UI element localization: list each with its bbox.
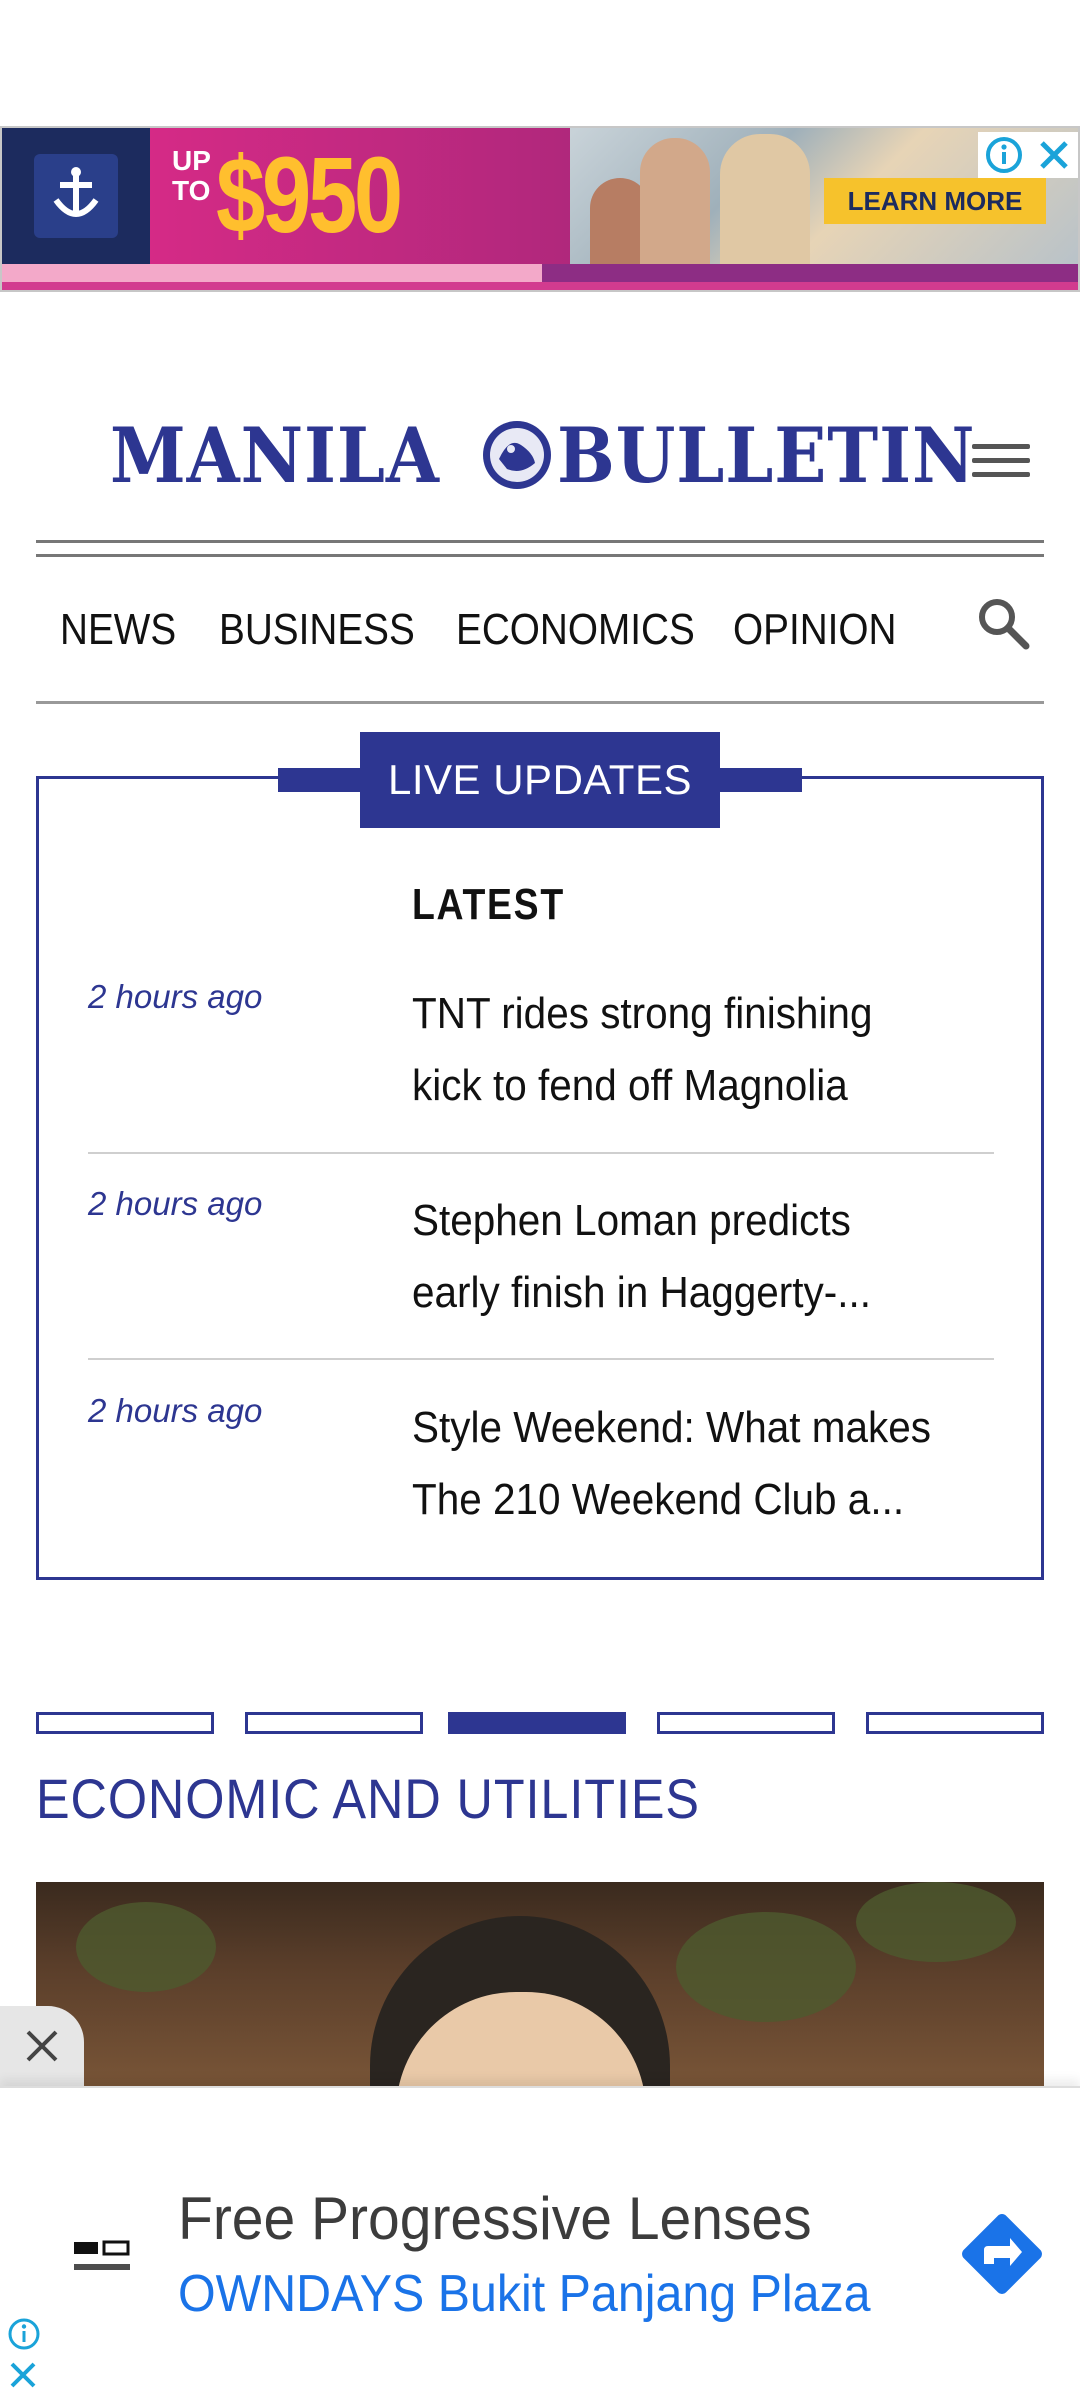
search-icon[interactable] [974, 594, 1032, 652]
list-divider [88, 1358, 994, 1360]
crown-anchor-icon [34, 154, 118, 238]
hamburger-menu-icon[interactable] [972, 444, 1030, 484]
logo-text-manila: MANILA [110, 410, 440, 500]
bottom-banner-ad[interactable]: Free Progressive Lenses OWNDAYS Bukit Pa… [0, 2086, 1080, 2402]
close-ad-button[interactable] [0, 2006, 84, 2086]
close-icon[interactable] [22, 2026, 62, 2066]
carousel-indicator-active[interactable] [448, 1712, 626, 1734]
live-updates-tab[interactable]: LIVE UPDATES [360, 732, 720, 828]
ad-title[interactable]: Free Progressive Lenses [178, 2184, 812, 2253]
site-logo[interactable]: MANILA BULLETIN [110, 408, 1021, 502]
news-time: 2 hours ago [88, 1392, 263, 1429]
ad-upto-text: UP TO [172, 145, 211, 206]
nav-item-business[interactable]: BUSINESS [219, 590, 415, 670]
ad-choices[interactable] [978, 132, 1078, 178]
carousel-indicator[interactable] [245, 1712, 423, 1734]
nav-item-economics[interactable]: ECONOMICS [456, 590, 695, 670]
nav-item-news[interactable]: NEWS [60, 590, 176, 670]
list-divider [88, 1152, 994, 1154]
cruise-brand-logo [2, 128, 150, 264]
nav-item-opinion[interactable]: OPINION [733, 590, 897, 670]
logo-text-bulletin: BULLETIN [556, 410, 975, 500]
carousel-indicator[interactable] [866, 1712, 1044, 1734]
section-title[interactable]: ECONOMIC AND UTILITIES [36, 1766, 700, 1831]
news-headline[interactable]: Style Weekend: What makes The 210 Weeken… [412, 1392, 947, 1536]
latest-heading: LATEST [412, 880, 565, 929]
carousel-indicator[interactable] [36, 1712, 214, 1734]
main-nav: NEWS BUSINESS ECONOMICS OPINION [36, 590, 1044, 670]
learn-more-button[interactable]: LEARN MORE [824, 178, 1046, 224]
ad-close-icon[interactable] [6, 2358, 40, 2392]
nav-divider [36, 701, 1044, 704]
news-time: 2 hours ago [88, 1185, 263, 1222]
owndays-logo-icon [74, 2240, 130, 2270]
ad-offer: UP TO $950 OFF [150, 128, 570, 290]
header-divider [36, 540, 1044, 543]
news-headline[interactable]: Stephen Loman predicts early finish in H… [412, 1185, 947, 1329]
top-banner-ad[interactable]: UP TO $950 OFF LEARN MORE [0, 126, 1080, 292]
article-hero-image[interactable] [36, 1882, 1044, 2092]
header-divider [36, 554, 1044, 557]
news-headline[interactable]: TNT rides strong finishing kick to fend … [412, 978, 947, 1122]
ad-info-icon[interactable] [6, 2316, 42, 2352]
ad-close-icon[interactable] [1036, 137, 1072, 173]
ad-info-icon[interactable] [984, 135, 1024, 175]
logo-seal-icon [482, 421, 551, 489]
carousel-indicator[interactable] [657, 1712, 835, 1734]
ad-subtitle[interactable]: OWNDAYS Bukit Panjang Plaza [178, 2264, 871, 2324]
news-time: 2 hours ago [88, 978, 263, 1015]
directions-arrow-icon[interactable] [950, 2202, 1054, 2306]
